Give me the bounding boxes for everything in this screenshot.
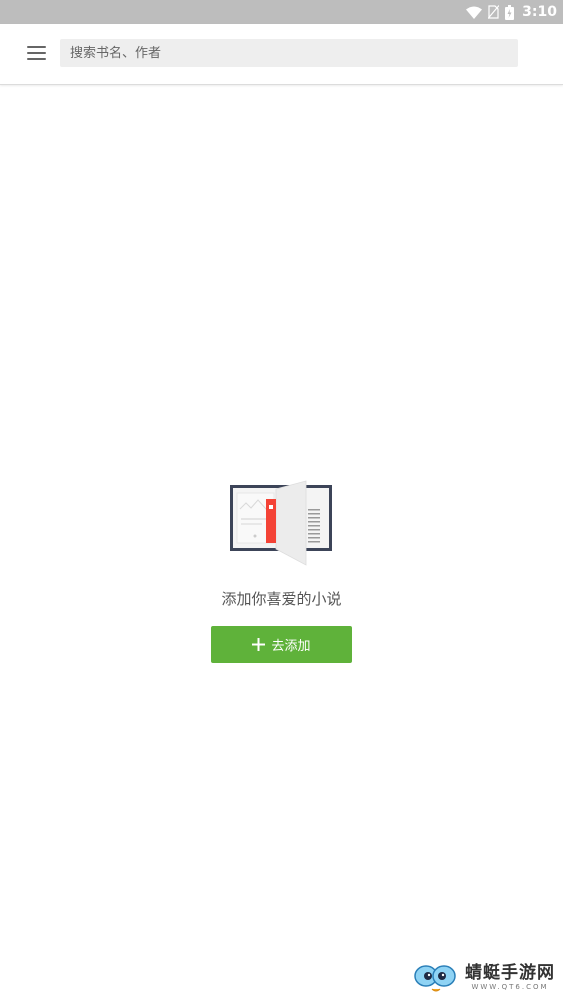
status-time: 3:10 (522, 4, 557, 20)
watermark-site: WWW.QT6.COM (471, 983, 549, 991)
watermark-text: 蜻蜓手游网 WWW.QT6.COM (465, 964, 555, 992)
plus-icon (252, 638, 266, 651)
hamburger-menu-icon[interactable] (27, 45, 47, 61)
search-input[interactable] (60, 39, 518, 67)
empty-message: 添加你喜爱的小说 (221, 590, 342, 608)
watermark-name: 蜻蜓手游网 (465, 963, 555, 983)
no-sim-icon (488, 5, 500, 19)
wifi-icon (466, 6, 483, 19)
add-novel-button[interactable]: 去添加 (211, 626, 352, 663)
battery-icon (505, 4, 515, 20)
add-button-label: 去添加 (271, 639, 311, 654)
dragonfly-logo-icon (414, 965, 456, 992)
app-bar (0, 24, 563, 85)
watermark: 蜻蜓手游网 WWW.QT6.COM (413, 960, 555, 996)
open-book-icon (230, 480, 332, 566)
status-icons: 3:10 (466, 0, 557, 24)
status-bar: 3:10 (0, 0, 563, 24)
